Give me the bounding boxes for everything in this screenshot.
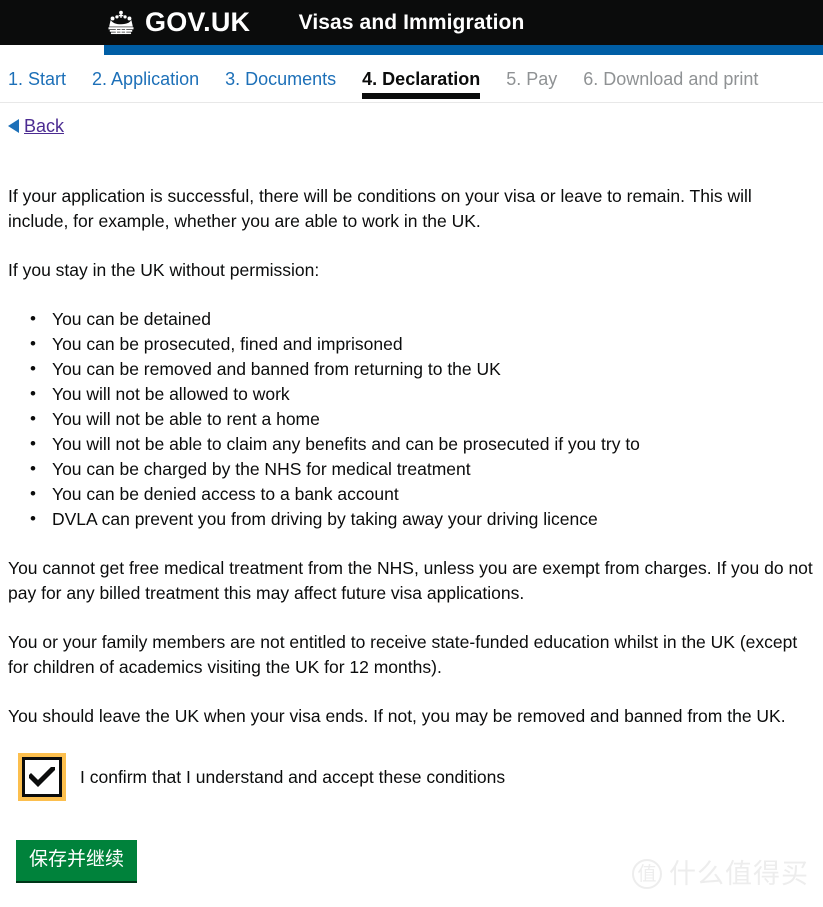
confirmation-checkbox-label[interactable]: I confirm that I understand and accept t… (80, 765, 505, 790)
tab-download-and-print: 6. Download and print (583, 69, 759, 89)
conditions-list: You can be detained You can be prosecute… (8, 306, 815, 532)
list-item: You will not be allowed to work (30, 381, 815, 407)
brand-name: GOV.UK (145, 7, 251, 37)
tab-start[interactable]: 1. Start (8, 55, 66, 97)
back-arrow-icon (8, 118, 19, 133)
list-item: DVLA can prevent you from driving by tak… (30, 506, 815, 532)
nhs-paragraph: You cannot get free medical treatment fr… (8, 558, 813, 603)
declaration-content: If your application is successful, there… (0, 184, 823, 883)
list-item: You can be detained (30, 306, 815, 332)
leave-uk-paragraph: You should leave the UK when your visa e… (8, 706, 786, 726)
site-header: GOV.UK Visas and Immigration (0, 0, 823, 45)
tab-declaration[interactable]: 4. Declaration (362, 55, 481, 99)
list-item: You will not be able to rent a home (30, 406, 815, 432)
list-item: You can be removed and banned from retur… (30, 356, 815, 382)
tab-pay: 5. Pay (506, 69, 558, 89)
list-item: You can be prosecuted, fined and impriso… (30, 331, 815, 357)
education-paragraph: You or your family members are not entit… (8, 632, 798, 677)
confirmation-checkbox[interactable] (18, 753, 66, 801)
list-item: You can be charged by the NHS for medica… (30, 456, 815, 482)
back-link[interactable]: Back (24, 117, 64, 135)
intro-paragraph: If your application is successful, there… (8, 186, 752, 231)
back-navigation[interactable]: Back (0, 103, 823, 137)
progress-nav-list: 1. Start 2. Application 3. Documents 4. … (0, 55, 823, 102)
tab-application[interactable]: 2. Application (92, 55, 199, 97)
list-item: You can be denied access to a bank accou… (30, 481, 815, 507)
conditions-lead-in: If you stay in the UK without permission… (8, 260, 320, 280)
list-item: You will not be able to claim any benefi… (30, 431, 815, 457)
checkmark-icon (29, 767, 55, 787)
form-actions: 保存并继续 (8, 840, 815, 883)
tab-documents[interactable]: 3. Documents (225, 55, 336, 97)
header-accent-bar (104, 45, 823, 55)
checkbox-box[interactable] (22, 757, 62, 797)
save-and-continue-button[interactable]: 保存并继续 (16, 840, 138, 883)
crown-icon (104, 9, 138, 36)
confirmation-checkbox-row[interactable]: I confirm that I understand and accept t… (8, 753, 815, 801)
govuk-brand-link[interactable]: GOV.UK (104, 0, 250, 45)
progress-nav: 1. Start 2. Application 3. Documents 4. … (0, 55, 823, 103)
